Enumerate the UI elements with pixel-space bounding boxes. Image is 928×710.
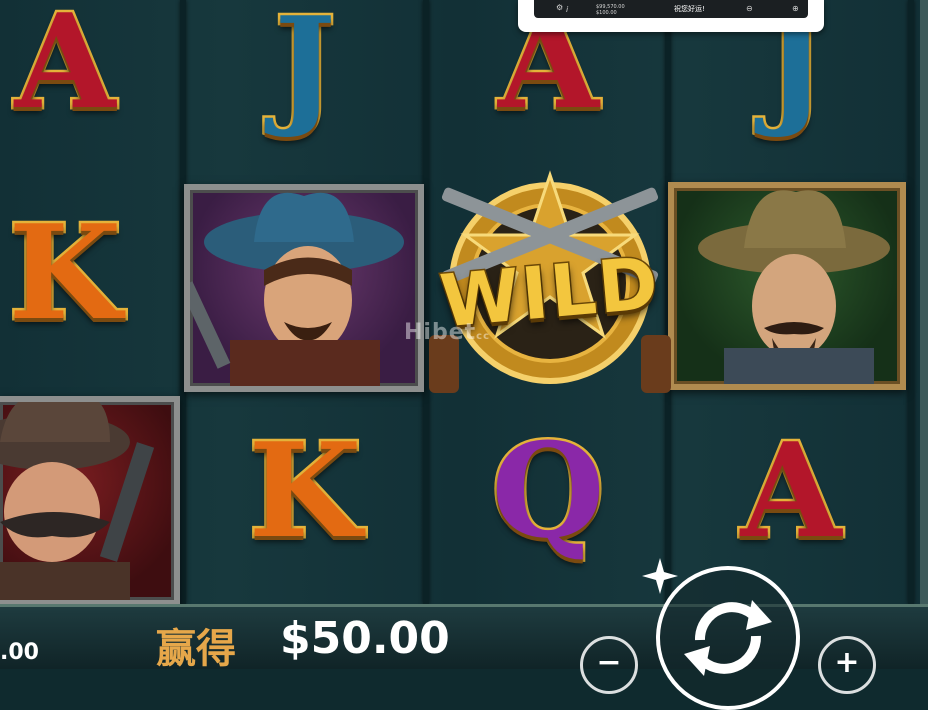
popup-message: 祝您好运! xyxy=(674,5,705,13)
reel-separator xyxy=(908,0,914,604)
cowboy-icon xyxy=(190,192,404,386)
letter-a: A xyxy=(738,413,844,567)
letter-k: K xyxy=(6,195,124,349)
symbol-j: J xyxy=(240,0,370,140)
letter-a: A xyxy=(12,0,118,138)
symbol-a: A xyxy=(0,0,130,142)
minus-icon[interactable]: ⊖ xyxy=(746,4,753,13)
letter-j: J xyxy=(272,0,338,141)
watermark: Hibetcc xyxy=(404,320,490,345)
cowboy-portrait-green xyxy=(668,182,906,390)
symbol-q: Q xyxy=(478,408,618,573)
info-popup: ⚙ i $99,570.00 $100.00 祝您好运! ⊖ ⊕ xyxy=(518,0,824,32)
cowboy-icon xyxy=(698,190,890,384)
symbol-a: A xyxy=(716,408,866,573)
minus-icon: − xyxy=(596,645,622,680)
bet-increase-button[interactable]: + xyxy=(818,636,876,694)
balance-value: .00 xyxy=(0,640,39,665)
bet-decrease-button[interactable]: − xyxy=(580,636,638,694)
cowboy-portrait-red xyxy=(0,396,180,606)
wild-symbol: WILD xyxy=(415,165,685,395)
frame-right-edge xyxy=(920,0,928,610)
plus-icon[interactable]: ⊕ xyxy=(792,4,799,13)
watermark-sub: cc xyxy=(476,331,490,342)
reel-area: A J A J K K Q A WILD Hibetcc xyxy=(0,0,920,606)
win-amount: $50.00 xyxy=(280,613,450,664)
sparkle-icon xyxy=(642,558,678,594)
plus-icon: + xyxy=(834,645,860,680)
symbol-k: K xyxy=(0,190,130,355)
gear-icon[interactable]: ⚙ xyxy=(556,3,563,12)
info-icon[interactable]: i xyxy=(566,5,568,14)
watermark-text: Hibet xyxy=(404,320,477,345)
letter-k: K xyxy=(246,413,364,567)
win-label: 赢得 xyxy=(156,625,236,672)
refresh-icon xyxy=(684,600,772,676)
letter-q: Q xyxy=(489,413,607,567)
popup-panel: ⚙ i $99,570.00 $100.00 祝您好运! ⊖ ⊕ xyxy=(534,0,808,18)
cowboy-portrait-purple xyxy=(184,184,424,392)
popup-bet: $100.00 xyxy=(596,10,617,16)
cowboy-icon xyxy=(0,402,155,600)
symbol-k: K xyxy=(240,408,370,573)
